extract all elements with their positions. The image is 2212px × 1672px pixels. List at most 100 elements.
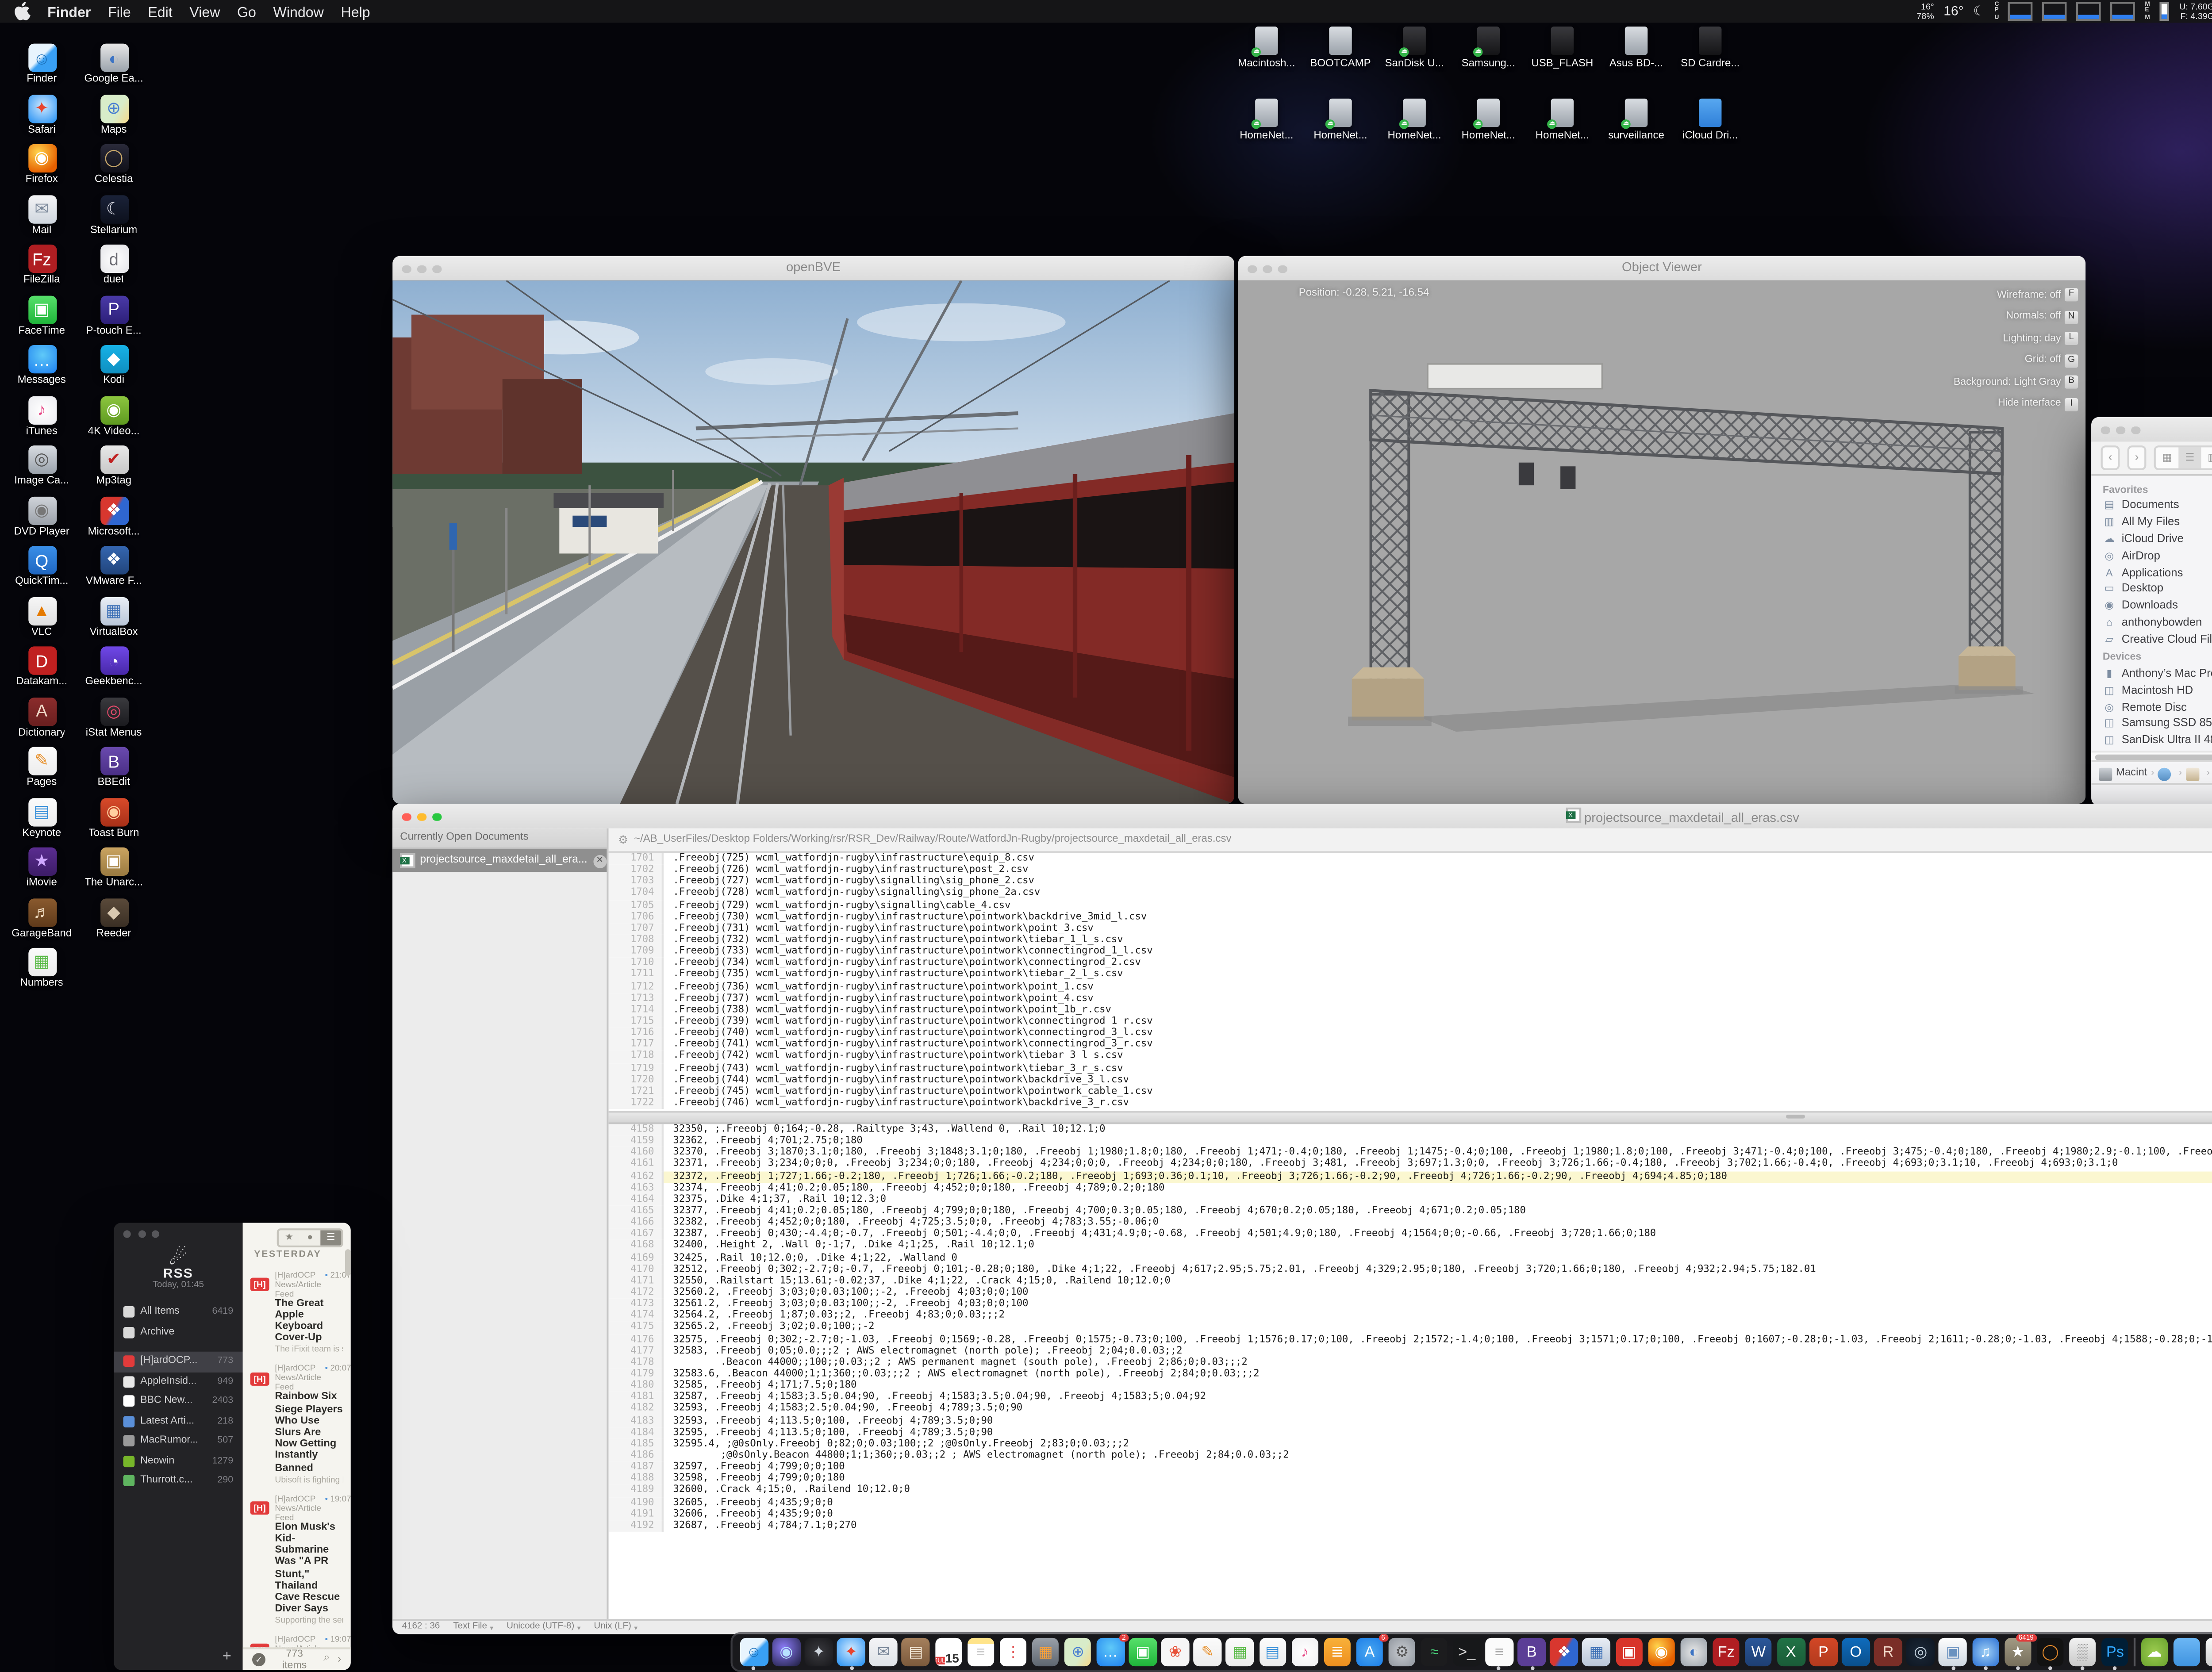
desktop-icon[interactable]: ◆ Reeder: [72, 897, 156, 939]
volume-icon[interactable]: ⏏ HomeNet...: [1534, 99, 1591, 141]
feed-row[interactable]: Latest Arti... 218: [114, 1411, 242, 1431]
dock-item[interactable]: ☺: [740, 1638, 768, 1665]
language-popup[interactable]: Text File▾: [453, 1623, 493, 1632]
desktop-icon[interactable]: ◉ 4K Video...: [72, 395, 156, 437]
menu-item[interactable]: File: [108, 3, 131, 20]
desktop-icon[interactable]: ◔ Geekbenc...: [72, 646, 156, 688]
dock-item[interactable]: … 2: [1097, 1638, 1124, 1665]
dock-item[interactable]: ≈: [1421, 1638, 1448, 1665]
sidebar-device-item[interactable]: ◫Samsung SSD 850...▲: [2103, 717, 2212, 733]
editor-bottom-pane[interactable]: 4158 32350, ;.Freeobj 0;164;-0.28, .Rail…: [609, 1124, 2212, 1619]
desktop-icon[interactable]: ♪ iTunes: [0, 395, 84, 437]
feed-row[interactable]: Thurrott.c... 290: [114, 1471, 242, 1491]
openbve-viewport[interactable]: [392, 280, 1234, 804]
desktop-icon[interactable]: ▲ VLC: [0, 596, 84, 638]
volume-icon[interactable]: ⏏ BOOTCAMP: [1312, 27, 1369, 69]
menu-item[interactable]: Help: [341, 3, 370, 20]
mark-all-read-button[interactable]: ✓: [252, 1653, 265, 1666]
desktop-icon[interactable]: ◉ DVD Player: [0, 496, 84, 537]
dock-item[interactable]: ▣: [1939, 1638, 1966, 1665]
feed-row[interactable]: BBC New... 2403: [114, 1392, 242, 1411]
cpu-graph-1[interactable]: [2008, 2, 2033, 21]
view-switcher[interactable]: ▦☰▥▭: [2154, 445, 2212, 470]
dock-item[interactable]: ✦: [805, 1638, 832, 1665]
dock-item[interactable]: B: [1518, 1638, 1545, 1665]
desktop-icon[interactable]: ★ iMovie: [0, 848, 84, 889]
volume-icon[interactable]: ⏏ HomeNet...: [1460, 99, 1517, 141]
sidebar-item[interactable]: ▱Creative Cloud Files: [2103, 632, 2212, 649]
dock-item[interactable]: ♪: [1291, 1638, 1318, 1665]
sidebar-item[interactable]: ◎AirDrop: [2103, 548, 2212, 565]
dock-item[interactable]: Ps: [2101, 1638, 2129, 1665]
dock-item[interactable]: ♫: [1972, 1638, 1999, 1665]
split-divider[interactable]: [609, 1111, 2212, 1124]
dock-item[interactable]: ◉: [772, 1638, 800, 1665]
gear-icon[interactable]: ⚙: [618, 833, 628, 847]
dock-item[interactable]: Fz: [1713, 1638, 1740, 1665]
volume-icon[interactable]: ⏏ surveillance: [1608, 99, 1665, 141]
dock-item[interactable]: X: [1777, 1638, 1805, 1665]
volume-icon[interactable]: ⏏ SD Cardre...: [1682, 27, 1739, 69]
desktop-icon[interactable]: A Dictionary: [0, 697, 84, 738]
path-crumb[interactable]: ›: [2158, 767, 2182, 780]
dock-item[interactable]: ▦: [1226, 1638, 1254, 1665]
dock-item[interactable]: A 6: [1356, 1638, 1383, 1665]
desktop-icon[interactable]: ◉ Toast Burn: [72, 797, 156, 839]
dock-item[interactable]: ▤: [902, 1638, 929, 1665]
menu-item[interactable]: Window: [273, 3, 324, 20]
feed-row[interactable]: [H]ardOCP... 773: [114, 1352, 242, 1372]
desktop-icon[interactable]: ☾ Stellarium: [72, 194, 156, 236]
dock-item[interactable]: ✦: [837, 1638, 865, 1665]
dock-item[interactable]: P: [1809, 1638, 1837, 1665]
temperature-widget[interactable]: 16°: [1943, 5, 1963, 18]
feed-row[interactable]: AppleInsid... 949: [114, 1372, 242, 1392]
article-list-scrollbar[interactable]: [345, 1249, 350, 1276]
sidebar-item[interactable]: ⌂anthonybowden: [2103, 615, 2212, 632]
forward-button[interactable]: ›: [2128, 445, 2147, 470]
menu-item[interactable]: Finder: [47, 3, 91, 20]
add-feed-button[interactable]: +: [223, 1647, 231, 1664]
cpu-graph-3[interactable]: [2077, 2, 2101, 21]
volume-icon[interactable]: ⏏ Asus BD-...: [1608, 27, 1665, 69]
dock-item[interactable]: ▣: [1615, 1638, 1643, 1665]
feed-row[interactable]: MacRumor... 507: [114, 1431, 242, 1451]
volume-icon[interactable]: ⏏ Samsung...: [1460, 27, 1517, 69]
dock-item[interactable]: ≡: [967, 1638, 995, 1665]
object-viewer-titlebar[interactable]: Object Viewer: [1238, 256, 2086, 281]
dock-item[interactable]: JUL15: [934, 1638, 962, 1665]
desktop-icon[interactable]: D Datakam...: [0, 646, 84, 688]
desktop-icon[interactable]: ✉ Mail: [0, 194, 84, 236]
sidebar-item[interactable]: AApplications: [2103, 565, 2212, 582]
volume-icon[interactable]: ⏏ USB_FLASH: [1534, 27, 1591, 69]
desktop-icon[interactable]: P P-touch E...: [72, 295, 156, 336]
sidebar-device-item[interactable]: ◫Macintosh HD: [2103, 683, 2212, 700]
dock-item[interactable]: O: [1842, 1638, 1870, 1665]
back-button[interactable]: ‹: [2101, 445, 2120, 470]
desktop-icon[interactable]: ◆ Kodi: [72, 345, 156, 387]
close-icon[interactable]: ✕: [593, 854, 607, 867]
dock-item[interactable]: ❖: [1550, 1638, 1578, 1665]
desktop-icon[interactable]: ◉ Firefox: [0, 144, 84, 186]
dock-item[interactable]: ▦: [1583, 1638, 1610, 1665]
dock-item[interactable]: ⊕: [1064, 1638, 1091, 1665]
editor-path-bar[interactable]: ⚙ ~/AB_UserFiles/Desktop Folders/Working…: [609, 828, 2212, 853]
menu-item[interactable]: Go: [237, 3, 256, 20]
desktop-icon[interactable]: Fz FileZilla: [0, 245, 84, 286]
dock-item[interactable]: ✎: [1194, 1638, 1221, 1665]
desktop-icon[interactable]: ▦ Numbers: [0, 948, 84, 989]
desktop-icon[interactable]: ⊕ Maps: [72, 94, 156, 135]
desktop-icon[interactable]: ◐ Google Ea...: [72, 44, 156, 85]
dock-item[interactable]: [2134, 1637, 2135, 1666]
path-crumb[interactable]: ›: [2186, 767, 2210, 780]
sidebar-item[interactable]: ◉Downloads: [2103, 598, 2212, 615]
sidebar-item[interactable]: ▭Desktop: [2103, 582, 2212, 599]
sidebar-device-item[interactable]: ▮Anthony’s Mac Pro: [2103, 667, 2212, 683]
path-crumb[interactable]: Macint ›: [2099, 767, 2154, 780]
dock-item[interactable]: ◯: [2036, 1638, 2064, 1665]
desktop-icon[interactable]: … Messages: [0, 345, 84, 387]
dock-item[interactable]: ≣: [1324, 1638, 1351, 1665]
volume-icon[interactable]: ⏏ Macintosh...: [1238, 27, 1295, 69]
dock-item[interactable]: ▦: [1032, 1638, 1059, 1665]
desktop-icon[interactable]: ▤ Keynote: [0, 797, 84, 839]
sidebar-item[interactable]: ▥All My Files: [2103, 515, 2212, 532]
